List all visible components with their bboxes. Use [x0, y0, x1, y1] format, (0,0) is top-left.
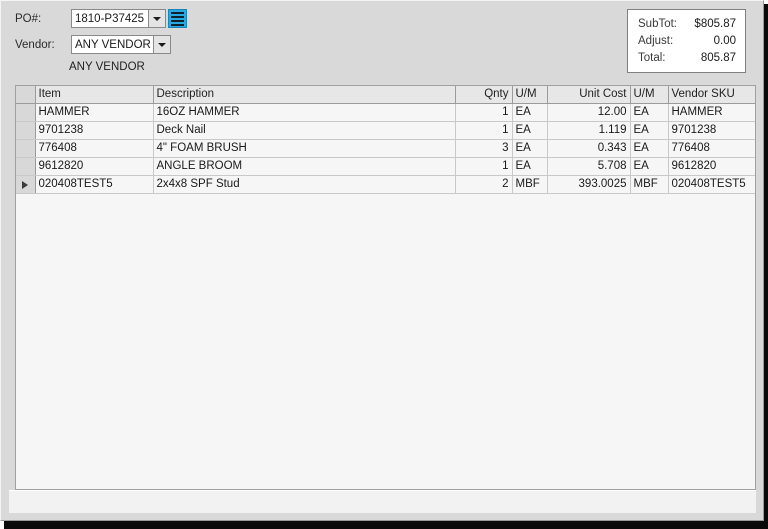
chevron-down-icon[interactable]	[148, 10, 165, 27]
row-indicator-header	[16, 86, 36, 104]
column-header-description[interactable]: Description	[153, 86, 456, 104]
cell-um2[interactable]: MBF	[630, 175, 669, 194]
line-items-table: Item Description Qnty U/M Unit Cost U/M …	[16, 86, 755, 194]
row-indicator-current[interactable]	[16, 175, 36, 194]
adjust-label: Adjust:	[638, 35, 674, 47]
po-number-combobox[interactable]: 1810-P37425	[71, 9, 166, 28]
list-lines-icon	[171, 16, 184, 18]
window-shadow-right	[764, 4, 768, 529]
column-header-unit-cost[interactable]: Unit Cost	[547, 86, 631, 104]
cell-item[interactable]: 020408TEST5	[35, 175, 154, 194]
cell-item[interactable]: 9701238	[35, 121, 154, 140]
totals-panel: SubTot: $805.87 Adjust: 0.00 Total: 805.…	[627, 9, 746, 73]
cell-cost[interactable]: 12.00	[547, 103, 631, 122]
cell-qnty[interactable]: 1	[455, 121, 513, 140]
purchase-order-window: PO#: 1810-P37425 Vendor: ANY VENDOR ANY …	[0, 0, 764, 521]
chevron-down-icon[interactable]	[153, 36, 170, 53]
po-number-value[interactable]: 1810-P37425	[72, 10, 148, 27]
po-header-form: PO#: 1810-P37425 Vendor: ANY VENDOR ANY …	[1, 1, 763, 79]
cell-um1[interactable]: EA	[512, 103, 548, 122]
cell-desc[interactable]: 2x4x8 SPF Stud	[153, 175, 456, 194]
cell-sku[interactable]: 9701238	[668, 121, 755, 140]
table-body: HAMMER 16OZ HAMMER 1 EA 12.00 EA HAMMER 9701238…	[16, 103, 755, 194]
cell-item[interactable]: 776408	[35, 139, 154, 158]
cell-um2[interactable]: EA	[630, 121, 669, 140]
cell-um1[interactable]: EA	[512, 121, 548, 140]
subtotal-value: $805.87	[694, 18, 736, 30]
line-items-grid[interactable]: Item Description Qnty U/M Unit Cost U/M …	[15, 85, 756, 490]
subtotal-label: SubTot:	[638, 18, 677, 30]
row-indicator[interactable]	[16, 121, 36, 140]
table-row[interactable]: 9612820 ANGLE BROOM 1 EA 5.708 EA 9612820	[16, 157, 755, 176]
table-row[interactable]: 9701238 Deck Nail 1 EA 1.119 EA 9701238	[16, 121, 755, 140]
cell-qnty[interactable]: 3	[455, 139, 513, 158]
cell-um1[interactable]: MBF	[512, 175, 548, 194]
column-header-vendor-sku[interactable]: Vendor SKU	[668, 86, 755, 104]
po-list-button[interactable]	[168, 9, 187, 28]
cell-cost[interactable]: 0.343	[547, 139, 631, 158]
cell-cost[interactable]: 5.708	[547, 157, 631, 176]
table-row[interactable]: 776408 4" FOAM BRUSH 3 EA 0.343 EA 776408	[16, 139, 755, 158]
cell-cost[interactable]: 1.119	[547, 121, 631, 140]
po-number-label: PO#:	[15, 13, 42, 25]
cell-desc[interactable]: 16OZ HAMMER	[153, 103, 456, 122]
cell-sku[interactable]: 776408	[668, 139, 755, 158]
cell-item[interactable]: HAMMER	[35, 103, 154, 122]
grid-bottom-bevel	[9, 490, 756, 513]
cell-sku[interactable]: HAMMER	[668, 103, 755, 122]
cell-cost[interactable]: 393.0025	[547, 175, 631, 194]
table-row[interactable]: HAMMER 16OZ HAMMER 1 EA 12.00 EA HAMMER	[16, 103, 755, 122]
vendor-label: Vendor:	[15, 39, 55, 51]
column-header-item[interactable]: Item	[35, 86, 154, 104]
column-header-um-2[interactable]: U/M	[630, 86, 669, 104]
cell-qnty[interactable]: 2	[455, 175, 513, 194]
cell-sku[interactable]: 9612820	[668, 157, 755, 176]
window-shadow-bottom	[4, 521, 768, 529]
vendor-combobox[interactable]: ANY VENDOR	[71, 35, 171, 54]
row-indicator[interactable]	[16, 157, 36, 176]
cell-um1[interactable]: EA	[512, 139, 548, 158]
cell-qnty[interactable]: 1	[455, 157, 513, 176]
cell-qnty[interactable]: 1	[455, 103, 513, 122]
list-lines-icon	[171, 24, 184, 26]
cell-item[interactable]: 9612820	[35, 157, 154, 176]
cell-desc[interactable]: Deck Nail	[153, 121, 456, 140]
row-indicator[interactable]	[16, 103, 36, 122]
vendor-name-caption: ANY VENDOR	[69, 61, 145, 73]
cell-um2[interactable]: EA	[630, 157, 669, 176]
column-header-um-1[interactable]: U/M	[512, 86, 548, 104]
cell-um1[interactable]: EA	[512, 157, 548, 176]
list-lines-icon	[171, 12, 184, 14]
column-header-qnty[interactable]: Qnty	[455, 86, 513, 104]
total-value: 805.87	[700, 52, 736, 64]
total-row: Total: 805.87	[628, 50, 745, 67]
subtotal-row: SubTot: $805.87	[628, 16, 745, 33]
adjust-row: Adjust: 0.00	[628, 33, 745, 50]
cell-um2[interactable]: EA	[630, 139, 669, 158]
table-row[interactable]: 020408TEST5 2x4x8 SPF Stud 2 MBF 393.0025 MBF…	[16, 175, 755, 194]
cell-desc[interactable]: ANGLE BROOM	[153, 157, 456, 176]
cell-desc[interactable]: 4" FOAM BRUSH	[153, 139, 456, 158]
adjust-value: 0.00	[713, 35, 736, 47]
cell-um2[interactable]: EA	[630, 103, 669, 122]
header-row: Item Description Qnty U/M Unit Cost U/M …	[16, 86, 755, 104]
list-lines-icon	[171, 20, 184, 22]
total-label: Total:	[638, 52, 666, 64]
row-indicator[interactable]	[16, 139, 36, 158]
table-header: Item Description Qnty U/M Unit Cost U/M …	[16, 86, 755, 104]
vendor-value[interactable]: ANY VENDOR	[72, 36, 153, 53]
cell-sku[interactable]: 020408TEST5	[668, 175, 755, 194]
